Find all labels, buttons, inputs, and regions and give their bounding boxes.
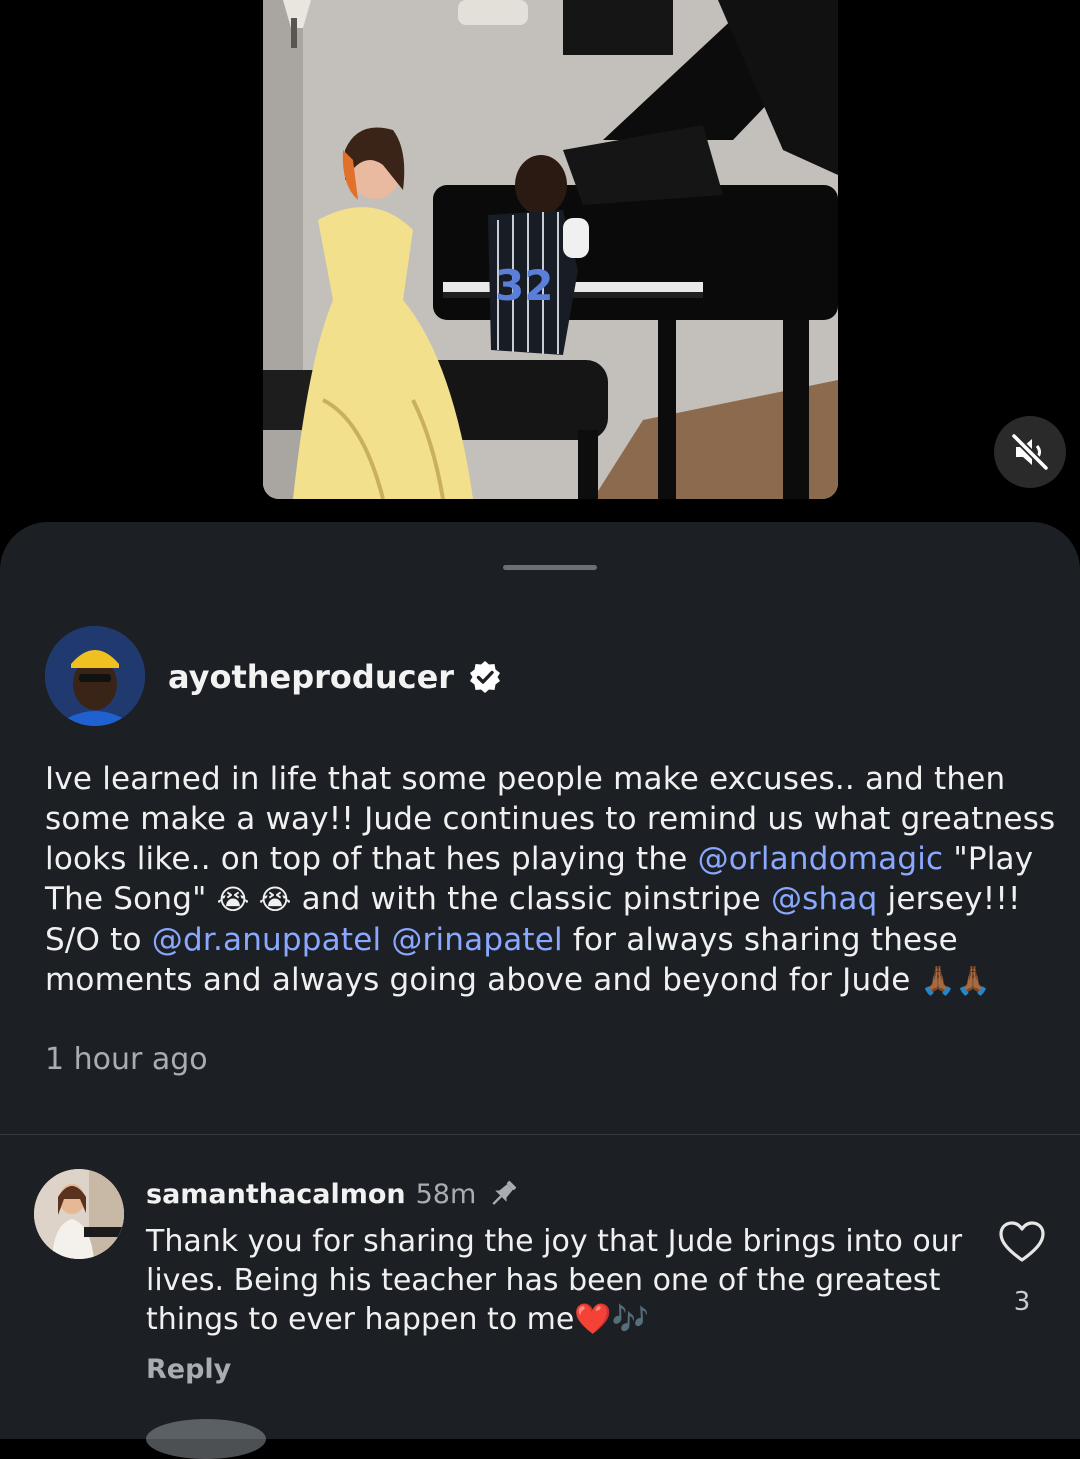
comments-sheet: ayotheproducer Ive learned in life that … (0, 522, 1080, 1459)
sheet-drag-handle[interactable] (503, 565, 597, 570)
avatar-image (45, 626, 145, 726)
mute-toggle-button[interactable] (994, 416, 1066, 488)
video-player[interactable]: 32 (263, 0, 838, 499)
reply-button[interactable]: Reply (146, 1354, 231, 1385)
svg-text:32: 32 (495, 261, 553, 310)
video-frame: 32 (263, 0, 838, 499)
heart-outline-icon[interactable] (998, 1220, 1046, 1264)
caption-mention-link[interactable]: @orlandomagic (698, 841, 944, 877)
post-author-row[interactable]: ayotheproducer (168, 653, 502, 701)
comment-username[interactable]: samanthacalmon (146, 1179, 406, 1210)
post-author-avatar[interactable] (45, 626, 145, 726)
speaker-muted-icon (1011, 433, 1049, 471)
caption-mention-link[interactable]: @dr.anuppatel (152, 922, 382, 958)
comment-timestamp: 58m (415, 1178, 477, 1210)
caption-text: and with the classic pinstripe (291, 881, 771, 917)
caption-text (381, 922, 391, 958)
next-comment-avatar (146, 1419, 266, 1459)
post-timestamp: 1 hour ago (45, 1042, 208, 1077)
avatar-image (34, 1169, 124, 1259)
section-divider (0, 1134, 1080, 1135)
caption-mention-link[interactable]: @rinapatel (391, 922, 563, 958)
pin-icon (492, 1180, 517, 1205)
caption-emoji: 😭 😭 (216, 883, 292, 916)
post-username[interactable]: ayotheproducer (168, 658, 454, 696)
caption-emoji: 🙏🏾🙏🏾 (920, 964, 991, 997)
commenter-avatar[interactable] (34, 1169, 124, 1259)
caption-mention-link[interactable]: @shaq (771, 881, 877, 917)
like-count: 3 (1013, 1287, 1031, 1317)
comment-header: samanthacalmon 58m (146, 1174, 520, 1214)
post-caption: Ive learned in life that some people mak… (45, 759, 1065, 1001)
verified-badge-icon (470, 661, 501, 693)
comment-text: Thank you for sharing the joy that Jude … (146, 1224, 963, 1337)
